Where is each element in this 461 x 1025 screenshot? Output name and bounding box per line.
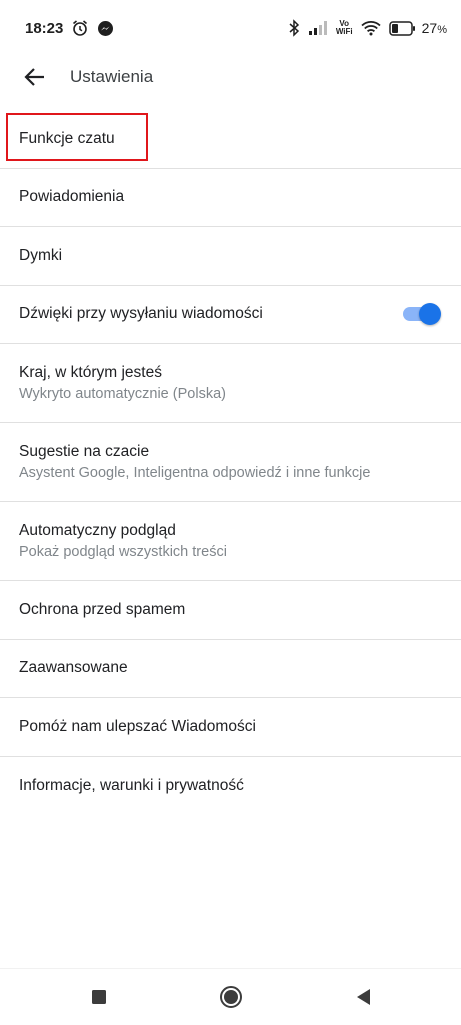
vowifi-icon: Vo WiFi: [336, 20, 353, 36]
setting-bubbles[interactable]: Dymki: [0, 227, 461, 286]
setting-title: Kraj, w którym jesteś: [19, 363, 162, 381]
arrow-back-icon: [24, 68, 44, 86]
home-circle-icon: [219, 986, 242, 1008]
battery-percent-value: 27: [421, 20, 438, 36]
app-bar: Ustawienia: [0, 56, 461, 98]
nav-back-button[interactable]: [315, 969, 411, 1025]
recents-square-icon: [91, 990, 106, 1004]
home-button[interactable]: [183, 969, 279, 1025]
back-button[interactable]: [20, 62, 50, 92]
send-sounds-toggle[interactable]: [401, 303, 441, 326]
wifi-icon: [361, 20, 381, 36]
setting-title: Funkcje czatu: [19, 129, 115, 147]
setting-subtitle: Asystent Google, Inteligentna odpowiedź …: [19, 464, 371, 481]
battery-percent-suffix: %: [437, 24, 447, 36]
setting-title: Ochrona przed spamem: [19, 600, 186, 618]
status-time: 18:23: [25, 19, 64, 37]
setting-title: Zaawansowane: [19, 659, 128, 677]
setting-chat-suggestions[interactable]: Sugestie na czacie Asystent Google, Inte…: [0, 423, 461, 502]
signal-icon: [308, 20, 328, 36]
messenger-icon: [97, 20, 114, 37]
status-right: Vo WiFi 27%: [288, 19, 447, 37]
setting-title: Powiadomienia: [19, 188, 125, 206]
setting-title: Dymki: [19, 246, 63, 264]
setting-help-improve[interactable]: Pomóż nam ulepszać Wiadomości: [0, 698, 461, 757]
toggle-thumb: [419, 303, 441, 326]
setting-advanced[interactable]: Zaawansowane: [0, 640, 461, 698]
setting-subtitle: Wykryto automatycznie (Polska): [19, 385, 226, 402]
setting-notifications[interactable]: Powiadomienia: [0, 169, 461, 227]
status-left: 18:23: [25, 19, 114, 37]
settings-list: Funkcje czatu Powiadomienia Dymki Dźwięk…: [0, 110, 461, 815]
setting-send-sounds[interactable]: Dźwięki przy wysyłaniu wiadomości: [0, 286, 461, 344]
setting-title: Automatyczny podgląd: [19, 521, 176, 539]
setting-auto-preview[interactable]: Automatyczny podgląd Pokaż podgląd wszys…: [0, 502, 461, 581]
page-title: Ustawienia: [70, 67, 154, 86]
battery-icon: [388, 20, 416, 36]
setting-title: Dźwięki przy wysyłaniu wiadomości: [19, 305, 263, 323]
status-bar: 18:23 Vo WiFi 27%: [0, 0, 461, 56]
vowifi-bottom-label: WiFi: [335, 27, 353, 36]
setting-country[interactable]: Kraj, w którym jesteś Wykryto automatycz…: [0, 344, 461, 423]
setting-title: Sugestie na czacie: [19, 442, 150, 460]
setting-about[interactable]: Informacje, warunki i prywatność: [0, 757, 461, 816]
setting-spam-protection[interactable]: Ochrona przed spamem: [0, 581, 461, 640]
alarm-icon: [71, 19, 89, 37]
setting-title: Pomóż nam ulepszać Wiadomości: [19, 717, 256, 735]
bluetooth-icon: [288, 19, 300, 37]
back-triangle-icon: [356, 989, 370, 1005]
setting-title: Informacje, warunki i prywatność: [19, 776, 244, 794]
setting-subtitle: Pokaż podgląd wszystkich treści: [19, 543, 227, 560]
recents-button[interactable]: [51, 969, 147, 1025]
system-nav-bar: [0, 968, 461, 1025]
battery-percent: 27%: [422, 20, 447, 36]
setting-chat-features[interactable]: Funkcje czatu: [0, 110, 461, 169]
